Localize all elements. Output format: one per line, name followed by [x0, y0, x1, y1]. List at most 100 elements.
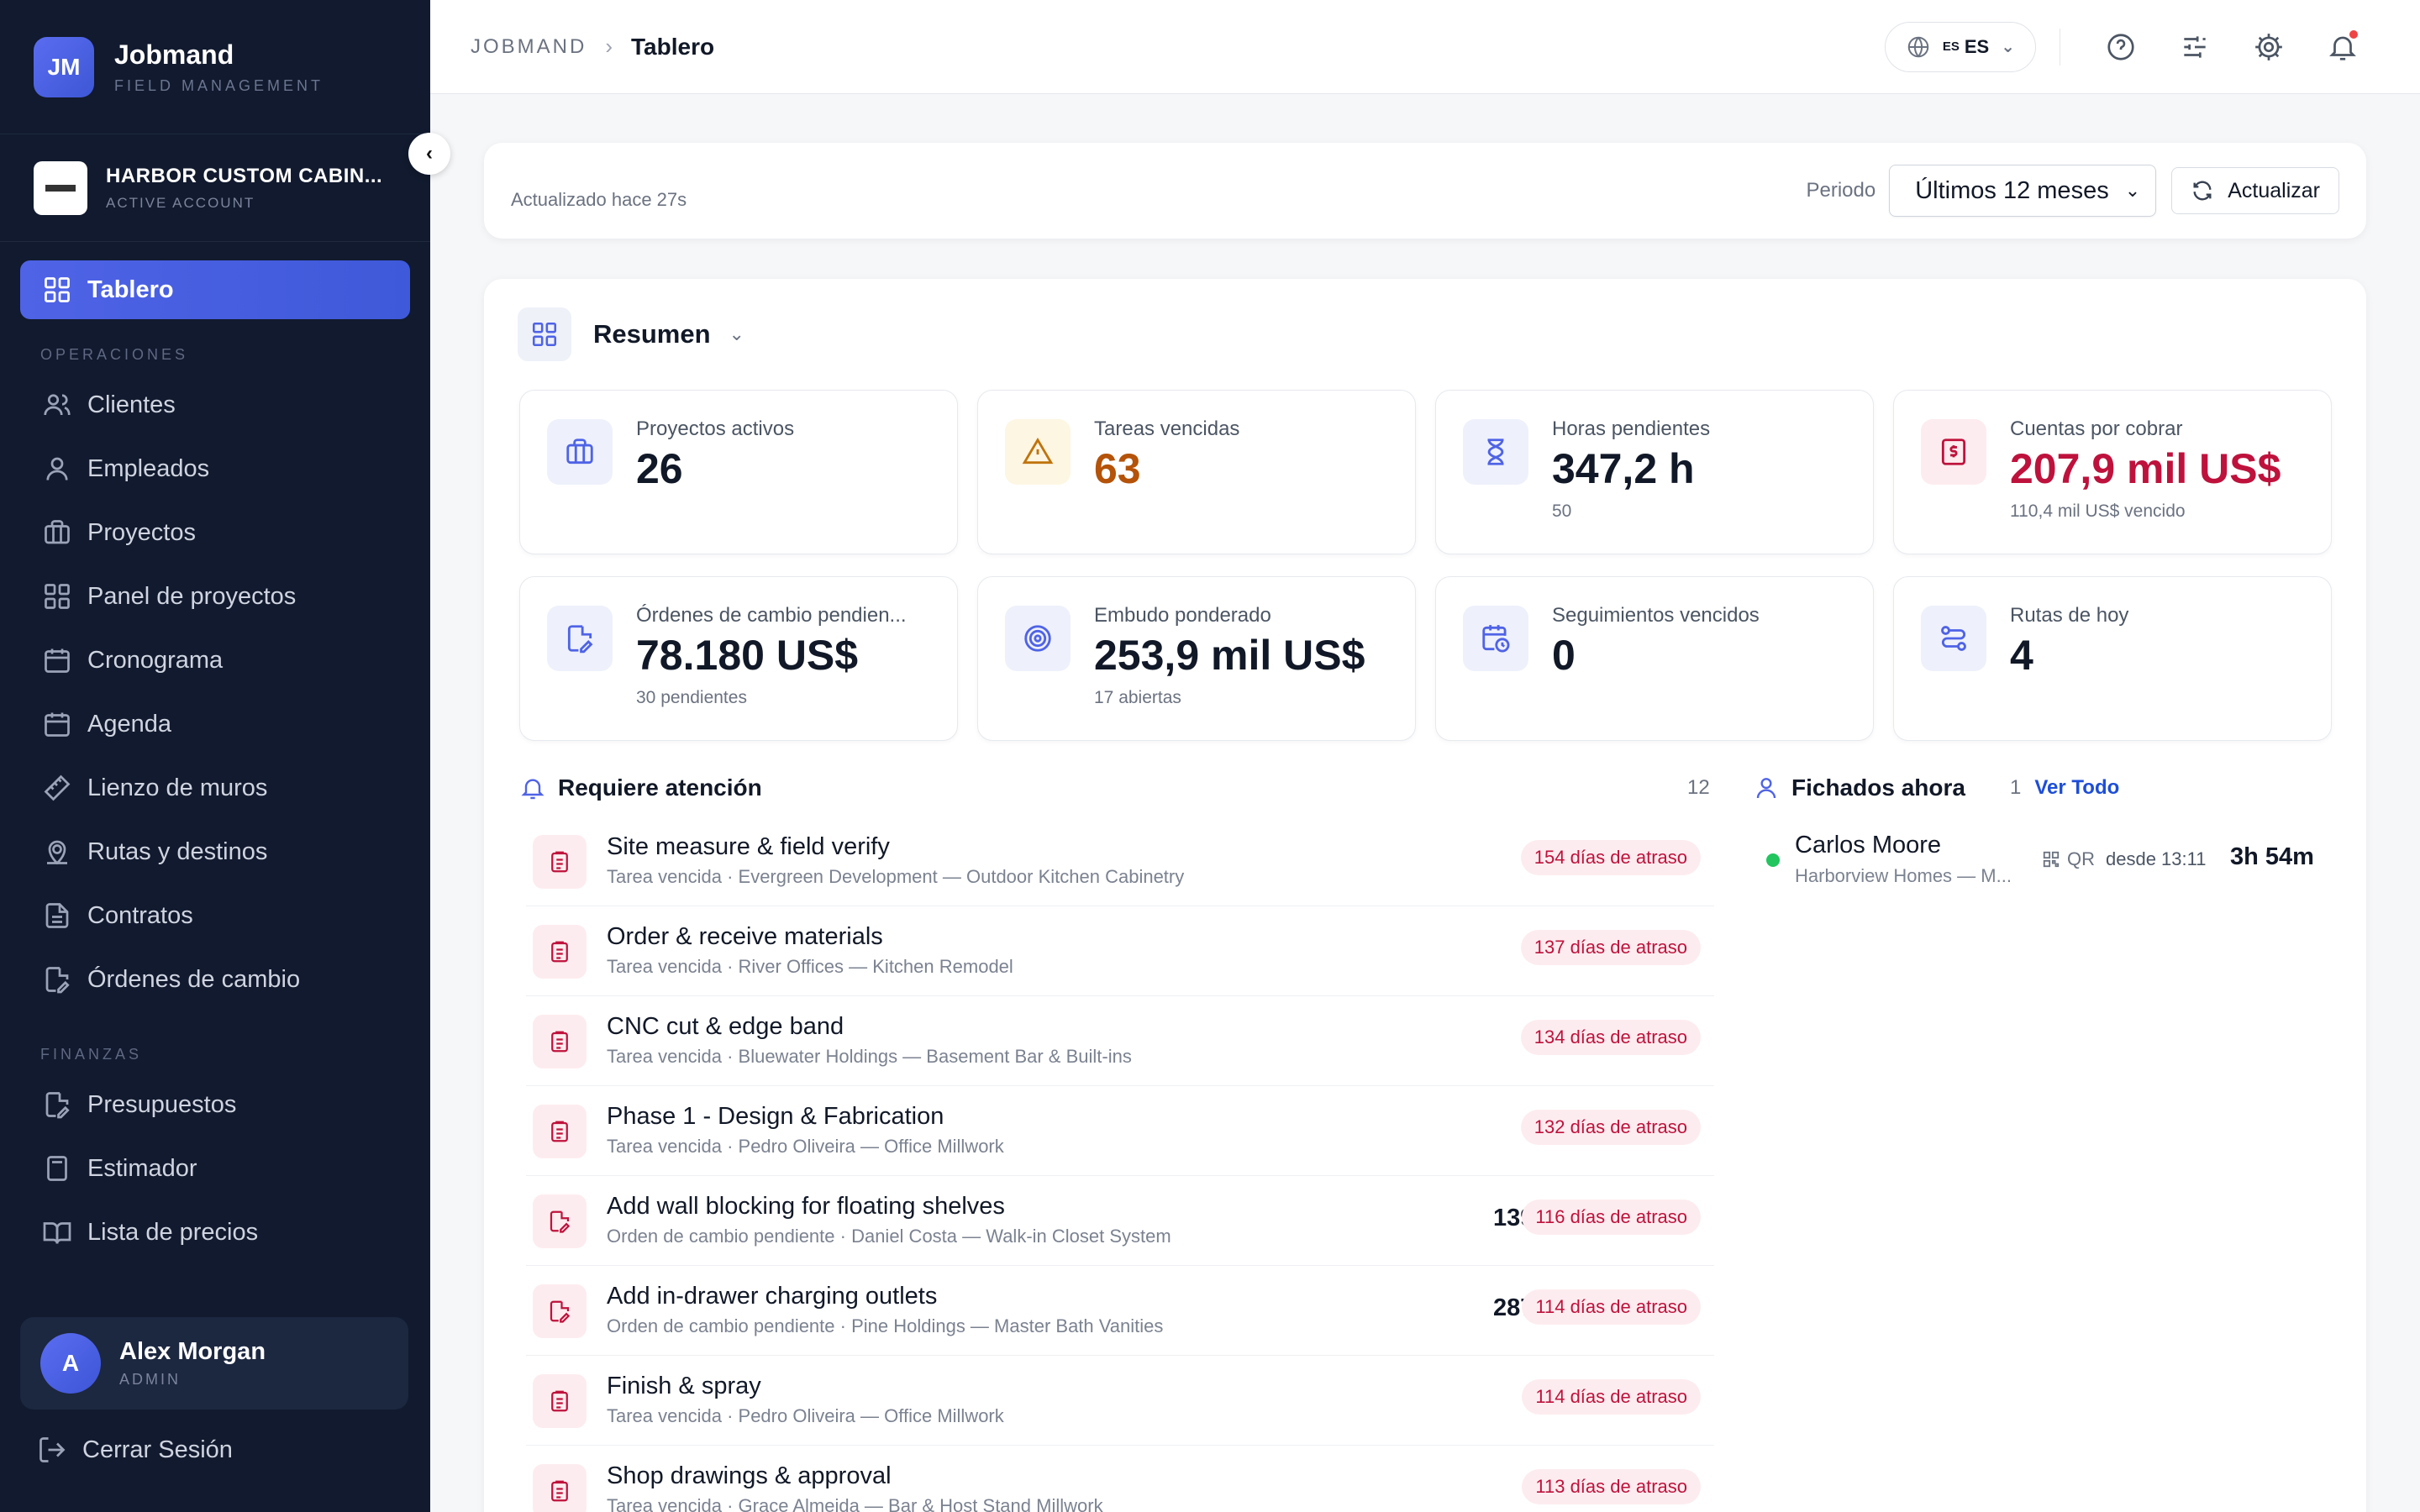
overdue-badge: 134 días de atraso — [1520, 1020, 1701, 1055]
sidebar-item-agenda[interactable]: Agenda — [20, 695, 410, 753]
file-edit-icon — [533, 1284, 587, 1338]
item-title: Phase 1 - Design & Fabrication — [607, 1103, 944, 1130]
kpi-card[interactable]: Tareas vencidas 63 — [977, 390, 1416, 554]
kpi-label: Proyectos activos — [636, 417, 795, 440]
sidebar-item-contratos[interactable]: Contratos — [20, 886, 410, 945]
sidebar-item-presupuestos[interactable]: Presupuestos — [20, 1075, 410, 1134]
sidebar-item-cronograma[interactable]: Cronograma — [20, 631, 410, 690]
kpi-value: 0 — [1552, 632, 1576, 679]
file-text-icon — [40, 899, 74, 932]
top-bar: JOBMAND › Tablero ES ES ⌄ — [430, 0, 2420, 94]
refresh-icon — [2193, 181, 2212, 201]
brand[interactable]: JM Jobmand FIELD MANAGEMENT — [0, 0, 430, 134]
chevron-down-icon: ⌄ — [2124, 180, 2141, 201]
employee-name: Carlos Moore — [1795, 832, 1942, 858]
sidebar-item-proyectos[interactable]: Proyectos — [20, 503, 410, 562]
brand-name: Jobmand — [114, 39, 234, 70]
user-name: Alex Morgan — [119, 1338, 266, 1365]
sidebar-item-ordenes-de-cambio[interactable]: Órdenes de cambio — [20, 950, 410, 1009]
clock-since: desde 13:11 — [2106, 848, 2207, 869]
sidebar-item-clientes[interactable]: Clientes — [20, 375, 410, 434]
sidebar-item-panel-de-proyectos[interactable]: Panel de proyectos — [20, 567, 410, 626]
account-name: HARBOR CUSTOM CABIN... — [106, 164, 383, 187]
kpi-card[interactable]: Rutas de hoy 4 — [1893, 576, 2332, 741]
sidebar-item-estimador[interactable]: Estimador — [20, 1139, 410, 1198]
kpi-value: 78.180 US$ — [636, 632, 859, 679]
user-role: ADMIN — [119, 1371, 181, 1388]
kpi-sub: 110,4 mil US$ vencido — [2010, 501, 2186, 521]
kpi-label: Órdenes de cambio pendien... — [636, 604, 907, 627]
list-item[interactable]: Finish & spray Tarea vencida · Pedro Oli… — [526, 1356, 1714, 1446]
view-all-link[interactable]: Ver Todo — [2034, 776, 2119, 800]
help-icon — [2107, 33, 2134, 60]
kpi-card[interactable]: Órdenes de cambio pendien... 78.180 US$ … — [519, 576, 958, 741]
account-switcher[interactable]: HARBOR CUSTOM CABIN... ACTIVE ACCOUNT — [0, 134, 430, 242]
clocked-row[interactable]: Carlos Moore Harborview Homes — M... QR … — [1766, 832, 2321, 890]
user-card[interactable]: A Alex Morgan ADMIN — [20, 1317, 408, 1410]
sidebar-item-tablero[interactable]: Tablero — [20, 260, 410, 319]
item-title: Shop drawings & approval — [607, 1462, 892, 1489]
page-title: Tablero — [631, 33, 715, 60]
list-item[interactable]: Site measure & field verify Tarea vencid… — [526, 816, 1714, 906]
file-edit-icon — [547, 606, 613, 671]
list-item[interactable]: CNC cut & edge band Tarea vencida · Blue… — [526, 996, 1714, 1086]
overdue-badge: 132 días de atraso — [1520, 1110, 1701, 1145]
kpi-card[interactable]: Horas pendientes 347,2 h 50 — [1435, 390, 1874, 554]
language-selector[interactable]: ES ES ⌄ — [1884, 21, 2036, 72]
settings-button[interactable] — [2249, 27, 2289, 67]
notifications-button[interactable] — [2323, 27, 2363, 67]
kpi-card[interactable]: Cuentas por cobrar 207,9 mil US$ 110,4 m… — [1893, 390, 2332, 554]
sidebar-item-lienzo-de-muros[interactable]: Lienzo de muros — [20, 759, 410, 817]
chevron-down-icon: ⌄ — [2001, 38, 2015, 56]
logout-button[interactable]: Cerrar Sesión — [37, 1435, 233, 1465]
map-pin-icon — [40, 835, 74, 869]
sidebar-item-label: Cronograma — [87, 646, 224, 674]
attention-header: Requiere atención — [519, 774, 762, 801]
list-item[interactable]: Add in-drawer charging outlets Orden de … — [526, 1266, 1714, 1356]
main-content: JOBMAND › Tablero ES ES ⌄ Actualizado ha… — [430, 0, 2420, 1512]
overdue-badge: 116 días de atraso — [1522, 1200, 1701, 1235]
list-item[interactable]: Shop drawings & approval Tarea vencida ·… — [526, 1446, 1714, 1512]
item-subtitle: Tarea vencida · River Offices — Kitchen … — [607, 956, 1013, 977]
nav-section-title: OPERACIONES — [40, 346, 189, 363]
ruler-icon — [40, 771, 74, 805]
employee-location: Harborview Homes — M... — [1795, 865, 2012, 886]
sidebar-item-lista-de-precios[interactable]: Lista de precios — [20, 1203, 410, 1262]
period-select[interactable]: Últimos 12 meses ⌄ — [1889, 165, 2157, 217]
period-value: Últimos 12 meses — [1915, 176, 2109, 204]
summary-header[interactable]: Resumen ⌄ — [518, 307, 744, 361]
item-title: Finish & spray — [607, 1373, 761, 1399]
kpi-card[interactable]: Seguimientos vencidos 0 — [1435, 576, 1874, 741]
item-title: Order & receive materials — [607, 923, 883, 950]
bell-icon — [521, 779, 544, 800]
status-dot — [1766, 853, 1780, 867]
file-edit-icon — [40, 1088, 74, 1121]
list-item[interactable]: Order & receive materials Tarea vencida … — [526, 906, 1714, 996]
list-item[interactable]: Add wall blocking for floating shelves O… — [526, 1176, 1714, 1266]
nav-section-title: FINANZAS — [40, 1046, 143, 1063]
collapse-sidebar-button[interactable]: ‹ — [408, 133, 450, 175]
kpi-card[interactable]: Embudo ponderado 253,9 mil US$ 17 abiert… — [977, 576, 1416, 741]
kpi-card[interactable]: Proyectos activos 26 — [519, 390, 958, 554]
briefcase-icon — [547, 419, 613, 485]
breadcrumb-root[interactable]: JOBMAND — [471, 35, 587, 59]
help-button[interactable] — [2101, 27, 2141, 67]
period-toolbar: Actualizado hace 27s Periodo Últimos 12 … — [484, 143, 2366, 239]
globe-icon — [1907, 36, 1929, 57]
calculator-icon — [40, 1152, 74, 1185]
kpi-label: Rutas de hoy — [2010, 604, 2129, 627]
sidebar-item-rutas-y-destinos[interactable]: Rutas y destinos — [20, 822, 410, 881]
sidebar-item-label: Presupuestos — [87, 1090, 237, 1118]
kpi-label: Tareas vencidas — [1094, 417, 1240, 440]
list-item[interactable]: Phase 1 - Design & Fabrication Tarea ven… — [526, 1086, 1714, 1176]
grid-icon — [40, 580, 74, 613]
item-title: Site measure & field verify — [607, 833, 890, 860]
file-edit-icon — [533, 1194, 587, 1248]
sidebar-item-empleados[interactable]: Empleados — [20, 439, 410, 498]
refresh-button[interactable]: Actualizar — [2171, 167, 2339, 214]
overdue-badge: 113 días de atraso — [1522, 1469, 1701, 1504]
language-flag: ES — [1942, 39, 1960, 54]
item-subtitle: Tarea vencida · Pedro Oliveira — Office … — [607, 1405, 1004, 1426]
kpi-value: 347,2 h — [1552, 445, 1695, 492]
filters-button[interactable] — [2175, 27, 2215, 67]
